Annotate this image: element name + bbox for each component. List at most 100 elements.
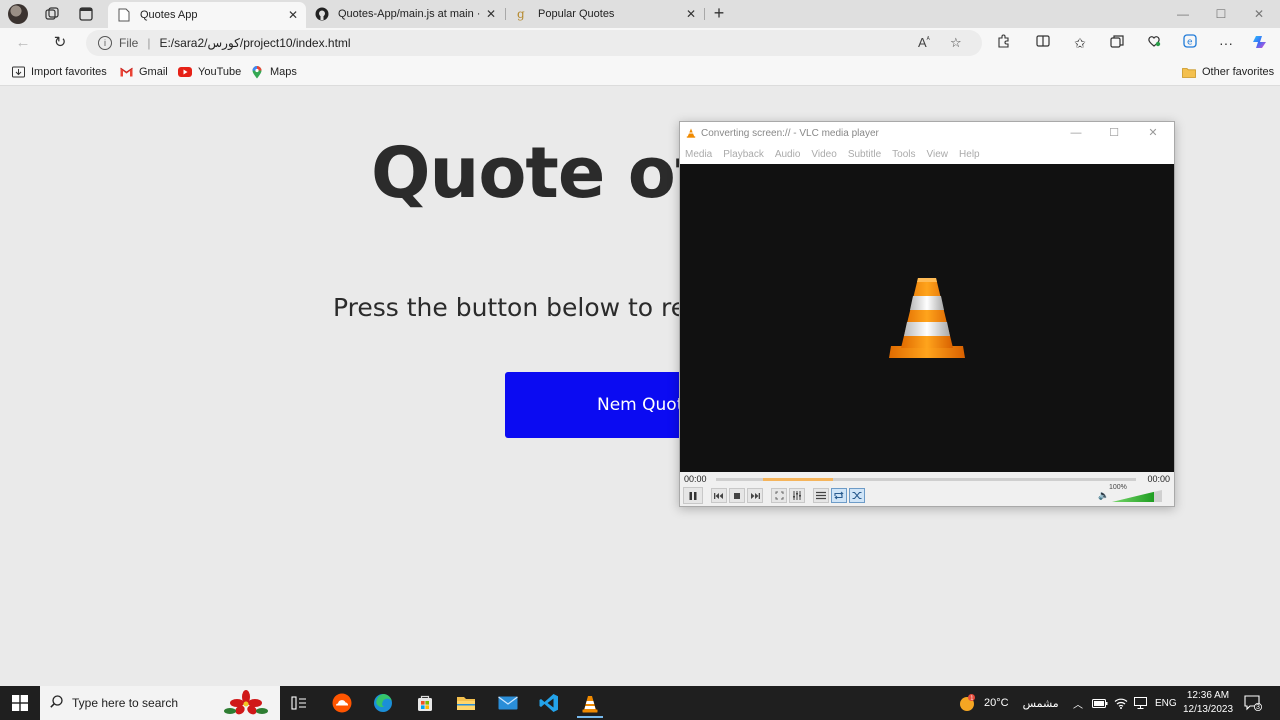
vlc-loop-button[interactable]	[831, 488, 847, 503]
split-screen-icon[interactable]	[1032, 33, 1054, 53]
tab-popular-quotes[interactable]: g Popular Quotes ✕	[506, 2, 704, 26]
notification-center-icon[interactable]: 3	[1244, 686, 1262, 720]
windows-logo-icon	[12, 695, 28, 711]
taskbar-search-box[interactable]: Type here to search	[40, 686, 280, 720]
vlc-controls: 🔈 100%	[680, 484, 1174, 506]
vlc-menu-video[interactable]: Video	[811, 149, 836, 160]
vlc-menu-tools[interactable]: Tools	[892, 149, 915, 160]
vlc-title-bar[interactable]: Converting screen:// - VLC media player …	[680, 122, 1174, 144]
vlc-fullscreen-button[interactable]	[771, 488, 787, 503]
collections-icon[interactable]	[1106, 33, 1128, 53]
vlc-next-button[interactable]	[747, 488, 763, 503]
extensions-icon[interactable]	[992, 33, 1014, 53]
vlc-total-time: 00:00	[1147, 474, 1170, 484]
vlc-menu-view[interactable]: View	[927, 149, 949, 160]
new-tab-button[interactable]: +	[708, 3, 730, 25]
page-subtitle: Press the button below to re	[333, 293, 687, 322]
browser-tab-strip: Quotes App ✕ Quotes-App/main.js at main …	[0, 0, 1280, 28]
vlc-volume-slider[interactable]	[1112, 490, 1162, 502]
copilot-icon[interactable]	[1250, 33, 1272, 53]
mail-app-icon[interactable]	[495, 692, 521, 714]
g-icon: g	[514, 6, 530, 22]
vertical-tabs-icon[interactable]	[76, 4, 96, 24]
clock-time: 12:36 AM	[1186, 690, 1230, 701]
close-tab-icon[interactable]: ✕	[682, 7, 700, 21]
vlc-extended-settings-button[interactable]	[789, 488, 805, 503]
microsoft-store-icon[interactable]	[412, 692, 438, 714]
weather-widget[interactable]: 1 20°C مشمس	[958, 686, 1059, 720]
sun-weather-icon: 1	[960, 694, 975, 711]
show-hidden-icons-icon[interactable]: ︿	[1073, 686, 1083, 720]
vlc-video-area[interactable]	[680, 164, 1174, 472]
read-aloud-icon[interactable]: Aᴬ	[918, 35, 930, 50]
weather-temperature: 20°C	[984, 697, 1009, 709]
vlc-app-icon[interactable]	[577, 692, 603, 718]
wifi-icon[interactable]	[1114, 686, 1128, 720]
tab-title: Quotes App	[140, 9, 198, 21]
tab-quotes-app[interactable]: Quotes App ✕	[108, 2, 306, 28]
other-favorites[interactable]: Other favorites	[1182, 64, 1274, 80]
favorite-label: Maps	[270, 66, 297, 78]
task-view-icon[interactable]	[286, 692, 312, 714]
scheme-label: File	[119, 36, 139, 50]
favorite-label: Gmail	[139, 66, 168, 78]
tab-github-main-js[interactable]: Quotes-App/main.js at main · ah ✕	[306, 2, 504, 26]
vlc-minimize-button[interactable]: —	[1062, 124, 1090, 142]
close-tab-icon[interactable]: ✕	[284, 8, 302, 22]
favorites-icon[interactable]: ✩	[1069, 33, 1091, 53]
file-explorer-icon[interactable]	[453, 692, 479, 714]
minimize-button[interactable]: —	[1164, 4, 1202, 24]
clock-date: 12/13/2023	[1182, 704, 1234, 715]
notification-count: 3	[1256, 704, 1260, 711]
vlc-close-button[interactable]: ✕	[1139, 124, 1167, 142]
edge-shopping-icon[interactable]: e	[1179, 33, 1201, 53]
speaker-icon[interactable]: 🔈	[1098, 490, 1109, 501]
back-icon[interactable]: ←	[12, 33, 34, 53]
search-placeholder: Type here to search	[72, 696, 179, 710]
vlc-menu-playback[interactable]: Playback	[723, 149, 764, 160]
vlc-maximize-button[interactable]: ☐	[1100, 124, 1128, 142]
favorite-maps[interactable]: Maps	[250, 64, 297, 80]
poinsettia-icon	[224, 689, 268, 720]
close-window-button[interactable]: ✕	[1240, 4, 1278, 24]
maximize-button[interactable]: ☐	[1202, 4, 1240, 24]
address-bar[interactable]: i File | E:/sara2/كورس/project10/index.h…	[86, 30, 982, 56]
svg-text:1: 1	[970, 696, 973, 702]
favorite-youtube[interactable]: YouTube	[178, 64, 241, 80]
favorite-star-icon[interactable]: ☆	[950, 35, 962, 51]
vlc-playlist-button[interactable]	[813, 488, 829, 503]
profile-avatar[interactable]	[8, 4, 28, 24]
taskbar-clock[interactable]: 12:36 AM 12/13/2023	[1176, 689, 1240, 717]
battery-icon[interactable]	[1092, 686, 1108, 720]
browser-essentials-icon[interactable]	[1143, 33, 1165, 53]
edge-app-icon[interactable]	[370, 692, 396, 714]
page-icon	[116, 7, 132, 23]
vlc-elapsed-time: 00:00	[684, 474, 707, 484]
favorite-label: Import favorites	[31, 66, 107, 78]
other-favorites-label: Other favorites	[1202, 66, 1275, 78]
vlc-shuffle-button[interactable]	[849, 488, 865, 503]
url-text[interactable]: E:/sara2/كورس/project10/index.html	[159, 36, 350, 50]
vlc-menu-help[interactable]: Help	[959, 149, 980, 160]
input-language[interactable]: ENG	[1155, 686, 1177, 720]
vlc-pause-button[interactable]	[683, 487, 703, 504]
vlc-menu-media[interactable]: Media	[685, 149, 712, 160]
vlc-menu-subtitle[interactable]: Subtitle	[848, 149, 881, 160]
vlc-menu-audio[interactable]: Audio	[775, 149, 801, 160]
close-tab-icon[interactable]: ✕	[482, 7, 500, 21]
windows-start-button[interactable]	[0, 686, 40, 720]
workspaces-icon[interactable]	[42, 4, 62, 24]
favorite-gmail[interactable]: Gmail	[119, 64, 168, 80]
screen-project-icon[interactable]	[1134, 686, 1147, 720]
vscode-app-icon[interactable]	[536, 692, 562, 714]
soundcloud-app-icon[interactable]	[329, 692, 355, 714]
favorite-import[interactable]: Import favorites	[11, 64, 107, 80]
vlc-title: Converting screen:// - VLC media player	[701, 127, 879, 139]
maps-icon	[250, 65, 264, 78]
vlc-stop-button[interactable]	[729, 488, 745, 503]
info-icon[interactable]: i	[98, 36, 112, 50]
more-menu-icon[interactable]: ···	[1215, 33, 1237, 53]
youtube-icon	[178, 66, 192, 78]
refresh-icon[interactable]: ↻	[49, 33, 71, 53]
vlc-previous-button[interactable]	[711, 488, 727, 503]
